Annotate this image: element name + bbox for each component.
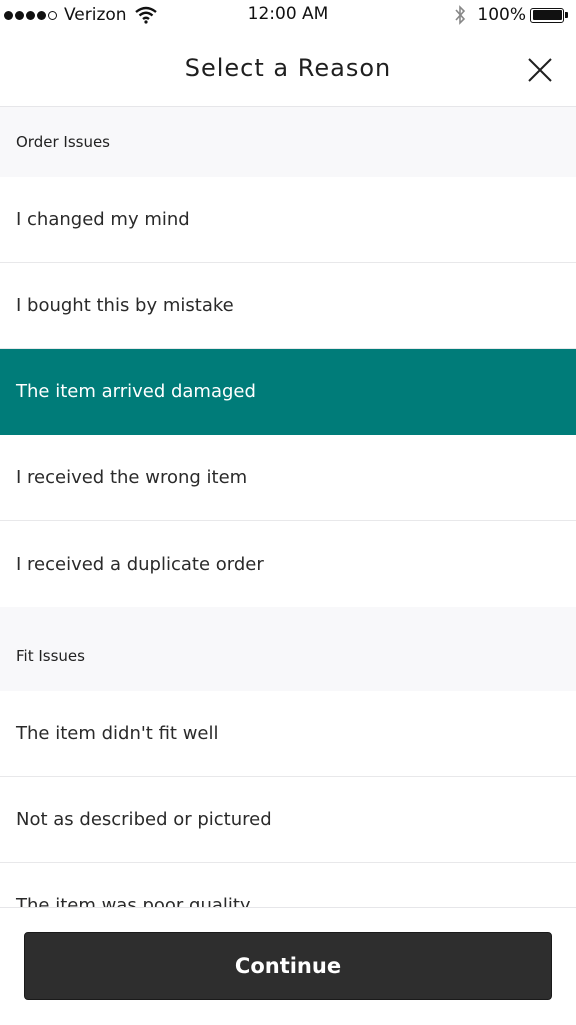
reason-wrong-item[interactable]: I received the wrong item [0,435,576,521]
reason-didnt-fit[interactable]: The item didn't fit well [0,691,576,777]
reason-list: Order Issues I changed my mind I bought … [0,107,576,907]
reason-changed-mind[interactable]: I changed my mind [0,177,576,263]
battery-icon [530,7,564,23]
battery-percentage: 100% [477,5,526,25]
close-icon[interactable] [526,56,554,84]
reason-arrived-damaged[interactable]: The item arrived damaged [0,349,576,435]
status-right: 100% [453,4,568,26]
reason-not-as-described[interactable]: Not as described or pictured [0,777,576,863]
navigation-bar: Select a Reason [0,30,576,107]
reason-poor-quality[interactable]: The item was poor quality [0,863,576,907]
reason-duplicate-order[interactable]: I received a duplicate order [0,521,576,607]
section-header-fit-issues: Fit Issues [0,621,576,691]
page-title: Select a Reason [184,54,392,82]
status-bar: Verizon 12:00 AM 100% [0,0,576,30]
footer: Continue [0,907,576,1025]
bluetooth-icon [455,5,466,25]
battery-tip [565,12,568,18]
section-header-order-issues: Order Issues [0,107,576,177]
section-divider [0,607,576,621]
reason-bought-by-mistake[interactable]: I bought this by mistake [0,263,576,349]
continue-button[interactable]: Continue [24,932,552,1000]
